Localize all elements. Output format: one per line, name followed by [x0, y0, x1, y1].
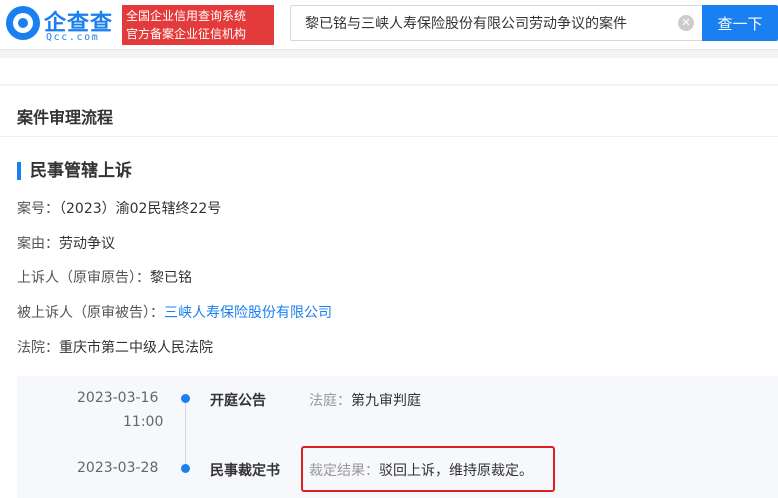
case-number-field: 案号：（2023）渝02民辖终22号	[17, 199, 221, 219]
qcc-logo[interactable]: 企查查 Qcc.com	[6, 5, 118, 45]
timeline-event-name[interactable]: 民事裁定书	[210, 460, 280, 480]
timeline-event-name[interactable]: 开庭公告	[210, 390, 266, 410]
search-box: ✕	[290, 5, 702, 41]
qcc-logo-icon	[6, 6, 40, 40]
timeline-date: 2023-03-28	[77, 460, 159, 476]
case-cause-value: 劳动争议	[59, 236, 115, 252]
search-button[interactable]: 查一下	[702, 5, 778, 41]
top-strip	[0, 58, 778, 84]
court-value: 重庆市第二中级人民法院	[59, 340, 213, 356]
case-process-card: 案件审理流程 民事管辖上诉 案号：（2023）渝02民辖终22号 案由：劳动争议…	[0, 86, 778, 498]
logo-domain: Qcc.com	[46, 32, 100, 43]
case-number-label: 案号：	[17, 201, 59, 217]
timeline-dot	[181, 394, 190, 403]
timeline-time: 11:00	[123, 414, 164, 430]
section-title: 案件审理流程	[17, 108, 114, 127]
timeline-line	[185, 398, 186, 468]
detail-label: 法庭：	[309, 393, 351, 409]
clear-icon[interactable]: ✕	[678, 15, 694, 31]
detail-value: 第九审判庭	[351, 393, 421, 409]
top-header: 企查查 Qcc.com 全国企业信用查询系统 官方备案企业征信机构 ✕ 查一下	[0, 0, 778, 50]
slogan-badge: 全国企业信用查询系统 官方备案企业征信机构	[122, 5, 274, 45]
timeline-dot	[181, 464, 190, 473]
court-label: 法院：	[17, 340, 59, 356]
appellee-label: 被上诉人（原审被告）：	[17, 305, 164, 321]
slogan-line-1: 全国企业信用查询系统	[126, 9, 247, 23]
ruling-highlight-box	[301, 446, 555, 492]
process-timeline: 2023-03-16 11:00 开庭公告 法庭：第九审判庭 2023-03-2…	[17, 376, 778, 498]
sub-title: 民事管辖上诉	[17, 160, 132, 182]
search-input[interactable]	[291, 6, 671, 40]
case-cause-field: 案由：劳动争议	[17, 234, 115, 254]
appellant-label: 上诉人（原审原告）：	[17, 270, 150, 286]
timeline-event-detail: 法庭：第九审判庭	[309, 390, 421, 410]
appellant-field: 上诉人（原审原告）：黎已铭	[17, 268, 192, 288]
court-field: 法院：重庆市第二中级人民法院	[17, 338, 213, 358]
appellant-value: 黎已铭	[150, 270, 192, 286]
slogan-line-2: 官方备案企业征信机构	[126, 27, 247, 41]
section-divider	[0, 136, 778, 137]
appellee-field: 被上诉人（原审被告）：三峡人寿保险股份有限公司	[17, 303, 332, 323]
appellee-company-link[interactable]: 三峡人寿保险股份有限公司	[164, 305, 332, 321]
case-cause-label: 案由：	[17, 236, 59, 252]
timeline-date: 2023-03-16	[77, 390, 159, 406]
case-number-value: （2023）渝02民辖终22号	[59, 201, 222, 217]
